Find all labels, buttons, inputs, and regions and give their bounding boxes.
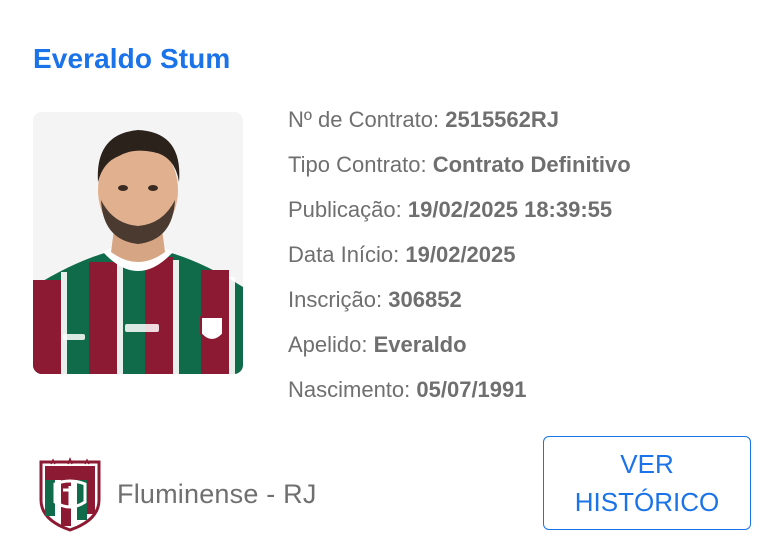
birth-date-row: Nascimento: 05/07/1991	[288, 375, 631, 420]
player-photo	[33, 112, 243, 374]
contract-type-value: Contrato Definitivo	[432, 152, 631, 177]
registration-value: 306852	[388, 287, 462, 312]
player-name: Everaldo Stum	[33, 43, 231, 74]
contract-type-row: Tipo Contrato: Contrato Definitivo	[288, 150, 631, 195]
fluminense-crest-icon	[39, 456, 101, 532]
contract-number-label: Nº de Contrato:	[288, 107, 446, 132]
club-info: Fluminense - RJ	[33, 456, 317, 532]
start-date-value: 19/02/2025	[405, 242, 516, 267]
club-name: Fluminense - RJ	[117, 478, 317, 509]
view-history-label-line2: HISTÓRICO	[574, 487, 720, 517]
view-history-label-line1: VER	[620, 449, 674, 479]
contract-details: Nº de Contrato: 2515562RJ Tipo Contrato:…	[288, 105, 631, 420]
start-date-label: Data Início:	[288, 242, 406, 267]
publication-row: Publicação: 19/02/2025 18:39:55	[288, 195, 631, 240]
publication-label: Publicação:	[288, 197, 408, 222]
nickname-row: Apelido: Everaldo	[288, 330, 631, 375]
nickname-value: Everaldo	[373, 332, 467, 357]
contract-number-row: Nº de Contrato: 2515562RJ	[288, 105, 631, 150]
birth-date-value: 05/07/1991	[416, 377, 527, 402]
view-history-button[interactable]: VER HISTÓRICO	[543, 436, 751, 530]
nickname-label: Apelido:	[288, 332, 374, 357]
registration-label: Inscrição:	[288, 287, 389, 312]
contract-type-label: Tipo Contrato:	[288, 152, 433, 177]
publication-value: 19/02/2025 18:39:55	[407, 197, 613, 222]
start-date-row: Data Início: 19/02/2025	[288, 240, 631, 285]
registration-row: Inscrição: 306852	[288, 285, 631, 330]
birth-date-label: Nascimento:	[288, 377, 417, 402]
player-card: Everaldo Stum Nº de Contrato: 2515562RJ …	[0, 0, 779, 548]
contract-number-value: 2515562RJ	[445, 107, 560, 132]
